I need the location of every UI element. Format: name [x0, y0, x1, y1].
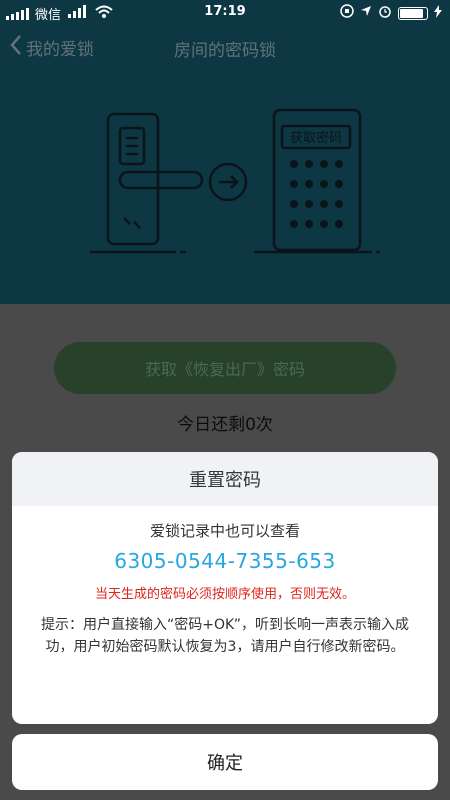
status-right: [340, 4, 442, 22]
door-lock-icon: [90, 112, 204, 254]
confirm-button[interactable]: 确定: [12, 734, 438, 790]
tip-text: 提示：用户直接输入“密码+OK”，听到长响一声表示输入成功，用户初始密码默认恢复…: [40, 617, 409, 655]
page-title: 房间的密码锁: [174, 41, 276, 61]
arrow-right-icon: [208, 162, 248, 202]
reset-password-dialog: 重置密码 爱锁记录中也可以查看 6305-0544-7355-653 当天生成的…: [12, 452, 438, 724]
warning-text: 当天生成的密码必须按顺序使用，否则无效。: [94, 587, 355, 602]
alarm-icon: [378, 4, 392, 22]
location-icon: [360, 5, 372, 21]
status-bar: 微信 17:19: [0, 0, 450, 24]
rotation-lock-icon: [340, 4, 354, 22]
wave-divider: [0, 270, 450, 293]
dialog-title: 重置密码: [12, 452, 438, 506]
hero-panel: 我的爱锁 房间的密码锁 获取密码: [0, 24, 450, 304]
keypad-buttons: [290, 160, 343, 228]
password-code: 6305-0544-7355-653: [114, 549, 336, 573]
lock-illustration: 获取密码: [90, 108, 380, 254]
factory-reset-password-button[interactable]: 获取《恢复出厂》密码: [54, 342, 396, 394]
nav-bar: 我的爱锁 房间的密码锁: [0, 24, 450, 68]
keypad-screen-label: 获取密码: [290, 130, 342, 146]
charging-icon: [434, 4, 442, 22]
dialog-subtitle: 爱锁记录中也可以查看: [149, 522, 300, 540]
remaining-count: 今日还剩0次: [177, 415, 273, 435]
battery-icon: [398, 6, 428, 20]
